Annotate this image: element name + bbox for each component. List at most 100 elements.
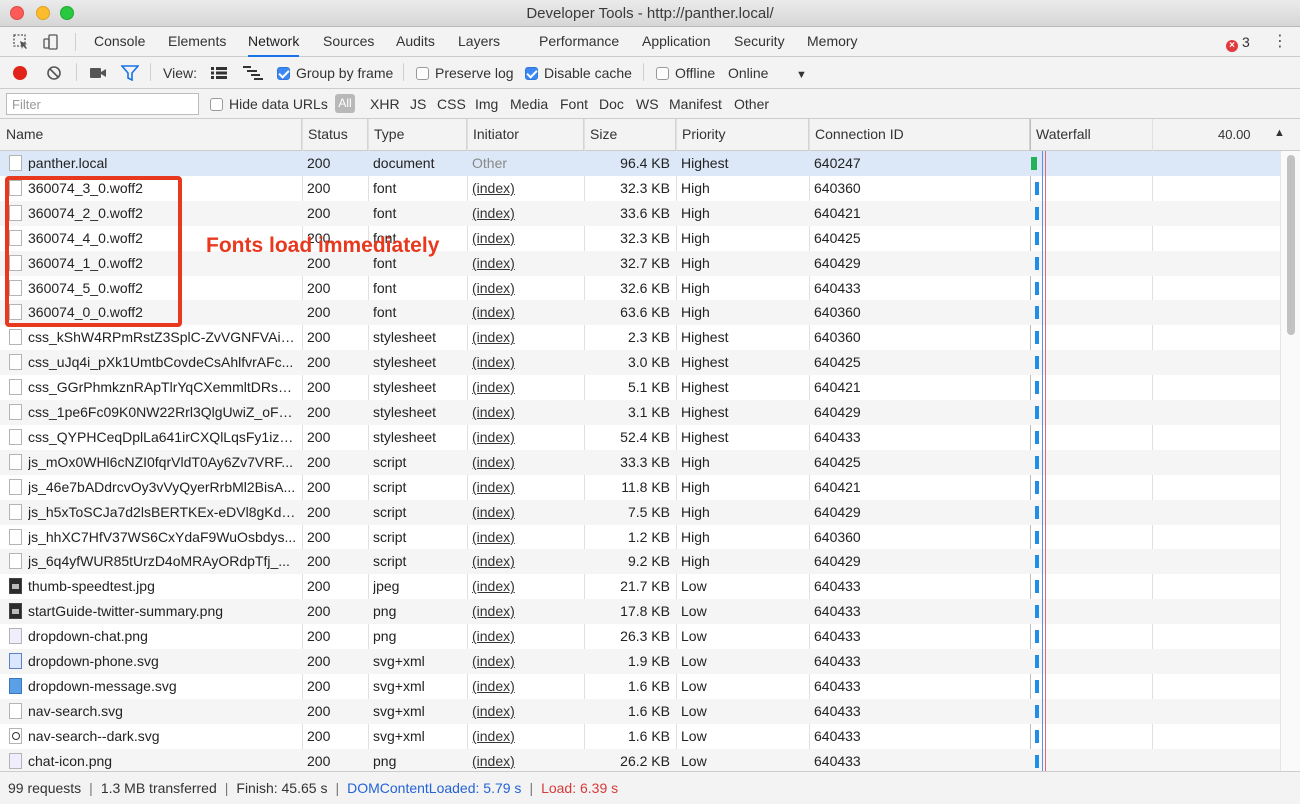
large-rows-icon[interactable]: [211, 67, 227, 79]
request-initiator[interactable]: (index): [472, 599, 580, 624]
request-initiator[interactable]: (index): [472, 325, 580, 350]
disable-cache-checkbox[interactable]: Disable cache: [525, 65, 632, 81]
request-initiator[interactable]: (index): [472, 176, 580, 201]
request-initiator[interactable]: (index): [472, 350, 580, 375]
inspect-element-icon[interactable]: [12, 33, 30, 51]
table-row[interactable]: js_hhXC7HfV37WS6CxYdaF9WuOsbdys... 200 scr…: [0, 525, 1280, 550]
request-initiator[interactable]: (index): [472, 375, 580, 400]
request-initiator[interactable]: (index): [472, 400, 580, 425]
request-initiator[interactable]: (index): [472, 300, 580, 325]
overview-icon[interactable]: [243, 66, 263, 80]
throttling-select[interactable]: Online: [728, 65, 768, 81]
request-initiator[interactable]: (index): [472, 201, 580, 226]
tab-performance[interactable]: Performance: [539, 27, 619, 57]
tab-application[interactable]: Application: [642, 27, 711, 57]
table-row[interactable]: panther.local 200 document Other 96.4 KB High…: [0, 151, 1280, 176]
request-initiator[interactable]: (index): [472, 724, 580, 749]
column-status-header[interactable]: Status: [302, 119, 368, 151]
request-initiator[interactable]: (index): [472, 251, 580, 276]
request-initiator[interactable]: (index): [472, 549, 580, 574]
request-initiator[interactable]: (index): [472, 525, 580, 550]
request-initiator[interactable]: (index): [472, 475, 580, 500]
table-row[interactable]: 360074_0_0.woff2 200 font (index) 63.6 KB Hig…: [0, 300, 1280, 326]
tab-console[interactable]: Console: [94, 27, 145, 57]
table-row[interactable]: nav-search--dark.svg 200 svg+xml (index) 1.6…: [0, 724, 1280, 749]
table-row[interactable]: 360074_5_0.woff2 200 font (index) 32.6 KB Hig…: [0, 276, 1280, 301]
column-type-header[interactable]: Type: [368, 119, 467, 151]
request-initiator[interactable]: (index): [472, 425, 580, 450]
group-by-frame-checkbox[interactable]: Group by frame: [277, 65, 393, 81]
table-row[interactable]: thumb-speedtest.jpg 200 jpeg (index) 21.7 KB…: [0, 574, 1280, 599]
record-icon[interactable]: [12, 65, 28, 81]
column-size-header[interactable]: Size: [584, 119, 676, 151]
table-row[interactable]: js_mOx0WHl6cNZI0fqrVldT0Ay6Zv7VRF... 200 s…: [0, 449, 1280, 475]
table-row[interactable]: dropdown-phone.svg 200 svg+xml (index) 1.9 K…: [0, 649, 1280, 674]
sort-ascending-icon[interactable]: ▲: [1274, 127, 1285, 139]
table-row[interactable]: css_uJq4i_pXk1UmtbCovdeCsAhlfvrAFc... 200…: [0, 350, 1280, 376]
table-row[interactable]: 360074_2_0.woff2 200 font (index) 33.6 KB Hig…: [0, 200, 1280, 226]
filter-type-manifest[interactable]: Manifest: [669, 96, 722, 112]
table-row[interactable]: dropdown-chat.png 200 png (index) 26.3 KB Low…: [0, 624, 1280, 649]
request-initiator[interactable]: (index): [472, 574, 580, 599]
tab-sources[interactable]: Sources: [323, 27, 374, 57]
table-row[interactable]: css_GGrPhmkznRApTlrYqCXemmltDRs5i... 200 s…: [0, 375, 1280, 400]
column-name-header[interactable]: Name: [0, 119, 302, 151]
table-row[interactable]: css_1pe6Fc09K0NW22Rrl3QlgUwiZ_oFm... 200 s…: [0, 400, 1280, 425]
request-initiator[interactable]: (index): [472, 624, 580, 649]
filter-type-other[interactable]: Other: [734, 96, 769, 112]
table-row[interactable]: nav-search.svg 200 svg+xml (index) 1.6 KB Low…: [0, 698, 1280, 724]
column-connection-header[interactable]: Connection ID: [809, 119, 1030, 151]
tab-elements[interactable]: Elements: [168, 27, 226, 57]
column-priority-header[interactable]: Priority: [676, 119, 809, 151]
file-doc-icon: [9, 155, 22, 171]
table-scrollbar[interactable]: [1280, 151, 1300, 771]
request-initiator[interactable]: (index): [472, 674, 580, 699]
request-initiator[interactable]: (index): [472, 649, 580, 674]
table-row[interactable]: js_46e7bADdrcvOy3vVyQyerRrbMl2BisA... 200…: [0, 475, 1280, 500]
error-counter[interactable]: × 3: [1226, 34, 1250, 52]
table-row[interactable]: startGuide-twitter-summary.png 200 png (ind…: [0, 599, 1280, 625]
filter-input[interactable]: [6, 93, 199, 115]
more-options-icon[interactable]: ⋮: [1272, 33, 1288, 51]
table-row[interactable]: 360074_4_0.woff2 200 font (index) 32.3 KB Hig…: [0, 226, 1280, 251]
table-row[interactable]: chat-icon.png 200 png (index) 26.2 KB Low 6404…: [0, 748, 1280, 771]
table-row[interactable]: js_6q4yfWUR85tUrzD4oMRAyORdpTfj_... 200 sc…: [0, 549, 1280, 575]
request-initiator[interactable]: (index): [472, 276, 580, 301]
request-initiator[interactable]: (index): [472, 500, 580, 525]
chevron-down-icon[interactable]: ▼: [796, 67, 807, 83]
tab-layers[interactable]: Layers: [458, 27, 500, 57]
request-initiator[interactable]: (index): [472, 749, 580, 771]
table-row[interactable]: dropdown-message.svg 200 svg+xml (index) 1.6…: [0, 674, 1280, 699]
tab-memory[interactable]: Memory: [807, 27, 858, 57]
tab-audits[interactable]: Audits: [396, 27, 435, 57]
filter-icon[interactable]: [121, 65, 139, 81]
table-row[interactable]: 360074_1_0.woff2 200 font (index) 32.7 KB Hig…: [0, 250, 1280, 276]
filter-type-media[interactable]: Media: [510, 96, 548, 112]
filter-all-button[interactable]: All: [335, 94, 355, 113]
table-row[interactable]: js_h5xToSCJa7d2lsBERTKEx-eDVl8gKdb... 200…: [0, 499, 1280, 525]
table-row[interactable]: css_QYPHCeqDplLa641irCXQlLqsFy1izEk... 20…: [0, 425, 1280, 450]
filter-type-img[interactable]: Img: [475, 96, 498, 112]
hide-data-urls-checkbox[interactable]: Hide data URLs: [210, 96, 328, 112]
filter-type-ws[interactable]: WS: [636, 96, 659, 112]
capture-screenshots-icon[interactable]: [89, 66, 107, 80]
request-initiator[interactable]: (index): [472, 226, 580, 251]
table-row[interactable]: css_kShW4RPmRstZ3SplC-ZvVGNFVAi0... 200 st…: [0, 325, 1280, 350]
preserve-log-checkbox[interactable]: Preserve log: [416, 65, 514, 81]
tab-network[interactable]: Network: [248, 27, 300, 57]
device-toolbar-icon[interactable]: [42, 33, 60, 51]
filter-type-xhr[interactable]: XHR: [370, 96, 400, 112]
clear-icon[interactable]: [46, 65, 62, 81]
column-initiator-header[interactable]: Initiator: [467, 119, 584, 151]
filter-type-font[interactable]: Font: [560, 96, 588, 112]
filter-type-css[interactable]: CSS: [437, 96, 466, 112]
offline-checkbox[interactable]: Offline: [656, 65, 715, 81]
tab-security[interactable]: Security: [734, 27, 785, 57]
request-initiator[interactable]: (index): [472, 699, 580, 724]
filter-type-js[interactable]: JS: [410, 96, 426, 112]
filter-type-doc[interactable]: Doc: [599, 96, 624, 112]
scrollbar-thumb[interactable]: [1287, 155, 1295, 335]
table-row[interactable]: 360074_3_0.woff2 200 font (index) 32.3 KB Hig…: [0, 176, 1280, 201]
request-connection-id: 640433: [814, 727, 861, 744]
request-initiator[interactable]: (index): [472, 450, 580, 475]
